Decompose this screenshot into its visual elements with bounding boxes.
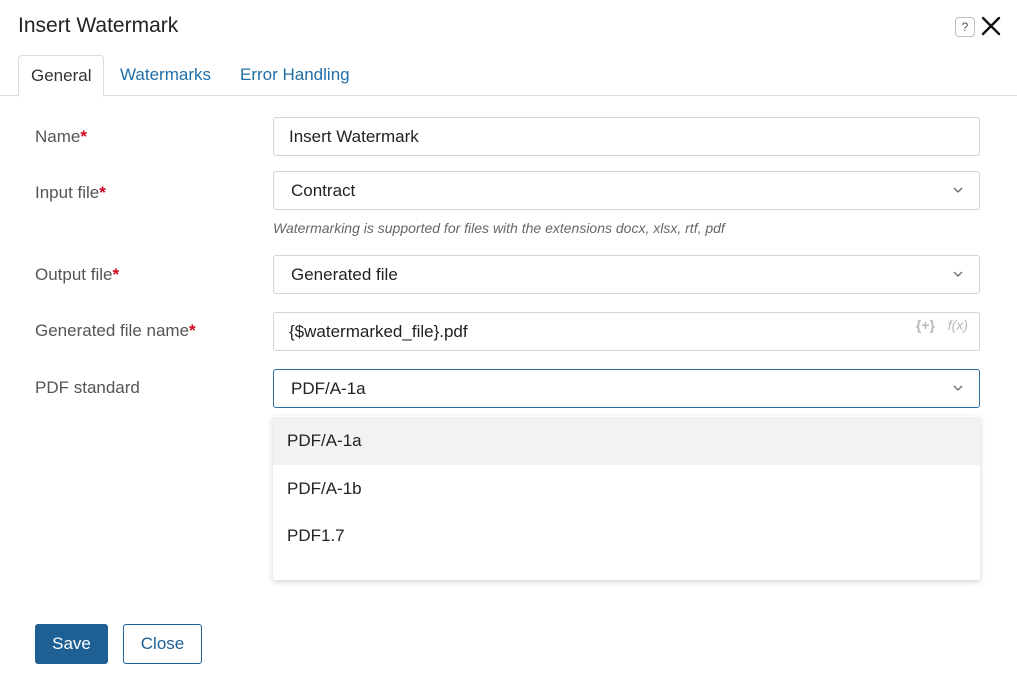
chevron-down-icon bbox=[953, 187, 963, 193]
pdf-standard-value: PDF/A-1a bbox=[291, 379, 366, 398]
tab-general[interactable]: General bbox=[18, 55, 105, 97]
input-file-value: Contract bbox=[291, 181, 356, 200]
output-file-select[interactable]: Generated file bbox=[273, 255, 980, 294]
function-icon[interactable]: f(x) bbox=[948, 317, 968, 333]
help-icon[interactable]: ? bbox=[955, 17, 975, 37]
tab-watermarks[interactable]: Watermarks bbox=[120, 55, 211, 96]
output-file-value: Generated file bbox=[291, 265, 398, 284]
generated-file-name-input[interactable]: {$watermarked_file}.pdf {+} f(x) bbox=[273, 312, 980, 351]
required-marker: * bbox=[189, 321, 196, 340]
tab-bar: General Watermarks Error Handling bbox=[0, 55, 1017, 97]
chevron-down-icon bbox=[953, 271, 963, 277]
input-file-select[interactable]: Contract bbox=[273, 171, 980, 210]
close-button[interactable]: Close bbox=[123, 624, 202, 664]
input-file-label: Input file* bbox=[35, 183, 106, 202]
output-file-label: Output file* bbox=[35, 265, 120, 284]
close-icon[interactable] bbox=[980, 15, 1002, 37]
dropdown-option-pdf-a-1b[interactable]: PDF/A-1b bbox=[273, 465, 980, 513]
chevron-down-icon bbox=[953, 385, 963, 391]
input-file-hint: Watermarking is supported for files with… bbox=[273, 220, 725, 236]
name-value: Insert Watermark bbox=[289, 127, 419, 146]
save-button[interactable]: Save bbox=[35, 624, 108, 664]
tab-error-handling[interactable]: Error Handling bbox=[240, 55, 350, 96]
insert-variable-icon[interactable]: {+} bbox=[916, 317, 935, 333]
generated-file-name-value: {$watermarked_file}.pdf bbox=[289, 322, 468, 341]
pdf-standard-dropdown: PDF/A-1a PDF/A-1b PDF1.7 bbox=[273, 416, 980, 580]
name-input[interactable]: Insert Watermark bbox=[273, 117, 980, 156]
required-marker: * bbox=[80, 127, 87, 146]
dropdown-option-pdf-a-1a[interactable]: PDF/A-1a bbox=[273, 417, 980, 465]
pdf-standard-select[interactable]: PDF/A-1a bbox=[273, 369, 980, 408]
name-label: Name* bbox=[35, 127, 87, 146]
pdf-standard-label: PDF standard bbox=[35, 378, 140, 397]
required-marker: * bbox=[112, 265, 120, 284]
generated-file-name-label: Generated file name* bbox=[35, 321, 196, 340]
dropdown-option-pdf-1-7[interactable]: PDF1.7 bbox=[273, 512, 980, 560]
dialog-title: Insert Watermark bbox=[18, 14, 179, 37]
required-marker: * bbox=[99, 183, 106, 202]
